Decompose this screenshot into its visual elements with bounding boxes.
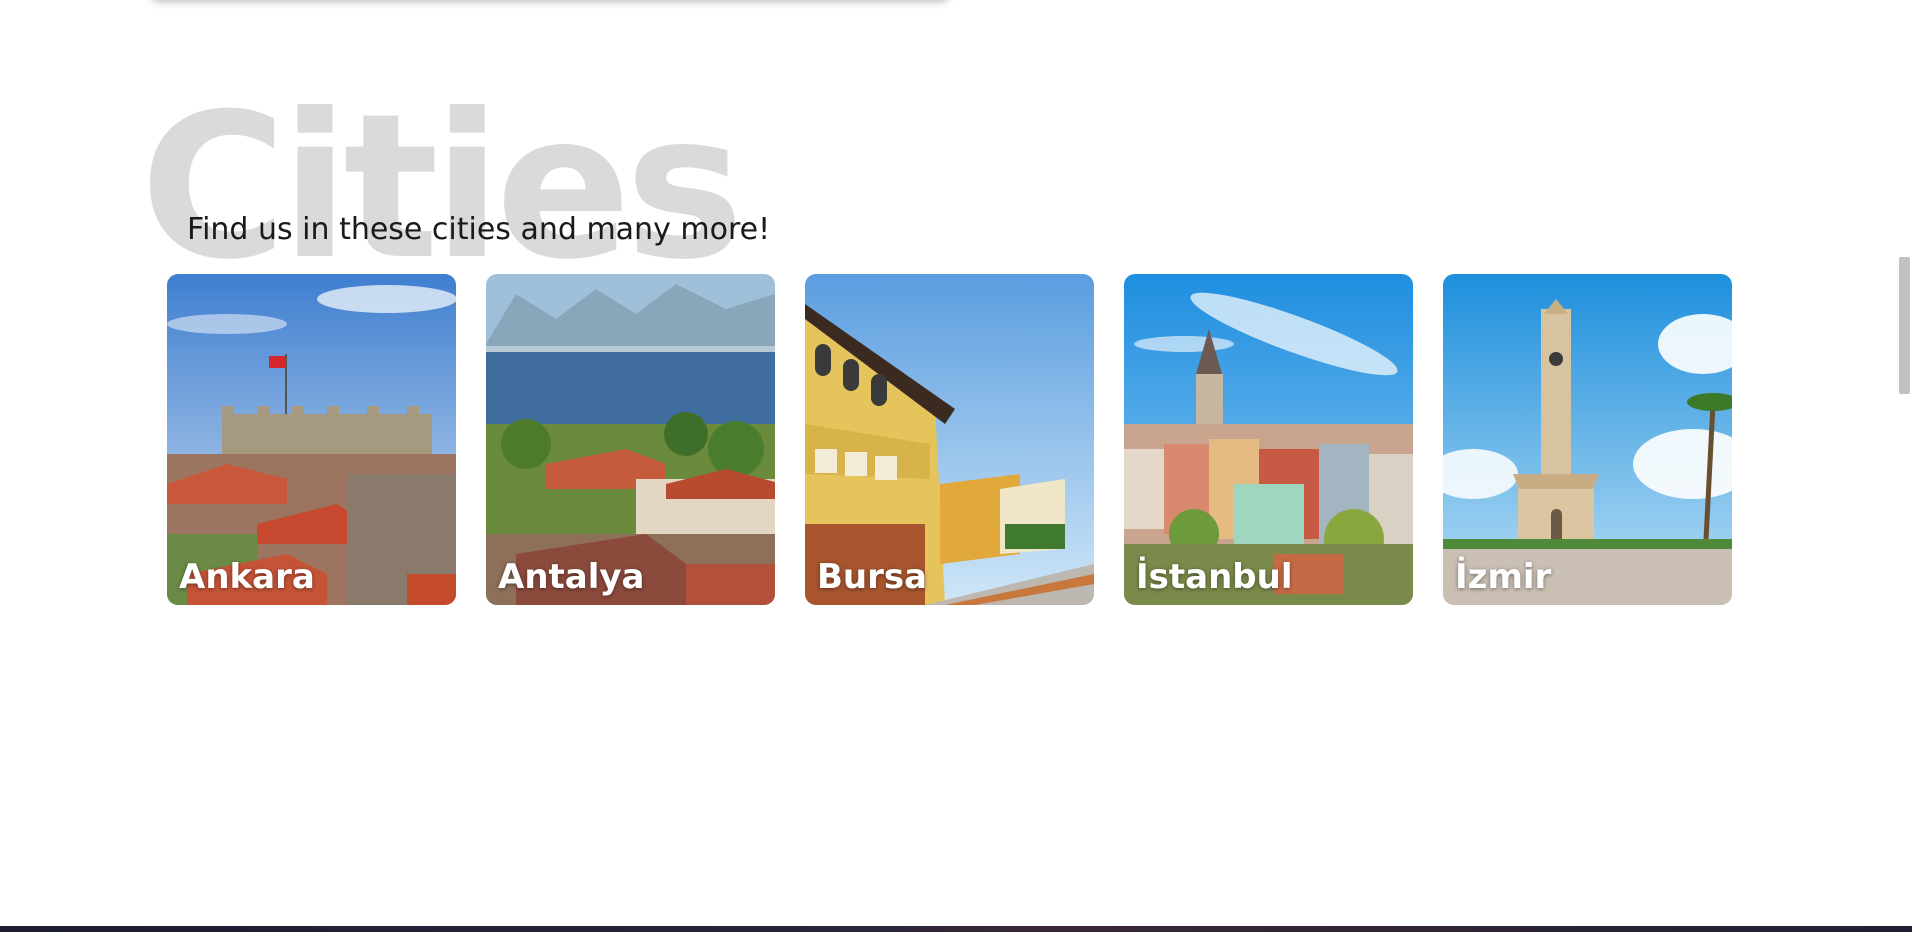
city-name: Bursa: [817, 557, 928, 597]
ankara-image: [167, 274, 456, 605]
bursa-image: [805, 274, 1094, 605]
scrollbar-thumb[interactable]: [1899, 257, 1910, 394]
footer-band: [0, 926, 1912, 932]
section-subtitle: Find us in these cities and many more!: [187, 212, 771, 247]
city-name: Ankara: [179, 557, 315, 597]
antalya-image: [486, 274, 775, 605]
page-scrollbar[interactable]: [1895, 0, 1912, 926]
city-card-bursa[interactable]: Bursa: [805, 274, 1094, 605]
city-card-izmir[interactable]: İzmir: [1443, 274, 1732, 605]
izmir-image: [1443, 274, 1732, 605]
section-background-title: Cities: [140, 71, 744, 304]
city-name: Antalya: [498, 557, 645, 597]
istanbul-image: [1124, 274, 1413, 605]
city-card-istanbul[interactable]: İstanbul: [1124, 274, 1413, 605]
city-card-ankara[interactable]: Ankara: [167, 274, 456, 605]
city-cards-list: Ankara Antalya Bursa İstanbul İzmir: [167, 274, 1732, 605]
city-name: İstanbul: [1136, 557, 1293, 597]
city-card-antalya[interactable]: Antalya: [486, 274, 775, 605]
city-name: İzmir: [1455, 557, 1552, 597]
